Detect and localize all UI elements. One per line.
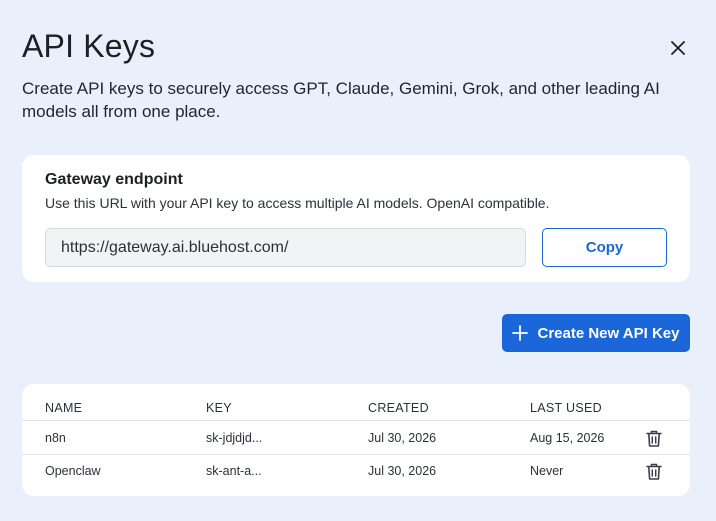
key-value: sk-ant-a... [206,464,262,478]
table-row: n8n sk-jdjdjd... Jul 30, 2026 Aug 15, 20… [22,422,690,455]
plus-icon [512,325,529,341]
key-name: n8n [45,431,66,445]
api-keys-table: NAME KEY CREATED LAST USED n8n sk-jdjdjd… [22,384,690,496]
page-title: API Keys [22,28,156,64]
api-keys-page: API Keys Create API keys to securely acc… [0,0,716,521]
key-created: Jul 30, 2026 [368,464,437,478]
delete-key-button[interactable] [645,429,663,448]
create-api-key-button[interactable]: Create New API Key [502,314,690,352]
close-icon [671,41,685,55]
key-name: Openclaw [45,464,101,478]
create-api-key-label: Create New API Key [537,324,680,342]
key-value: sk-jdjdjd... [206,431,263,445]
key-last-used: Aug 15, 2026 [530,431,605,445]
table-header: NAME KEY CREATED LAST USED [22,384,690,421]
delete-key-button[interactable] [645,462,663,481]
copy-button[interactable]: Copy [542,228,667,267]
column-header-key: KEY [206,401,232,415]
page-subtitle: Create API keys to securely access GPT, … [22,79,660,121]
trash-icon [646,430,662,447]
close-button[interactable] [666,36,690,60]
column-header-name: NAME [45,401,83,415]
gateway-title: Gateway endpoint [45,171,183,188]
column-header-last-used: LAST USED [530,401,602,415]
trash-icon [646,463,662,480]
column-header-created: CREATED [368,401,429,415]
gateway-card: Gateway endpoint Use this URL with your … [22,155,690,282]
gateway-description: Use this URL with your API key to access… [45,195,550,211]
key-last-used: Never [530,464,564,478]
table-row: Openclaw sk-ant-a... Jul 30, 2026 Never [22,455,690,488]
key-created: Jul 30, 2026 [368,431,437,445]
gateway-url-field[interactable]: https://gateway.ai.bluehost.com/ [45,228,526,267]
